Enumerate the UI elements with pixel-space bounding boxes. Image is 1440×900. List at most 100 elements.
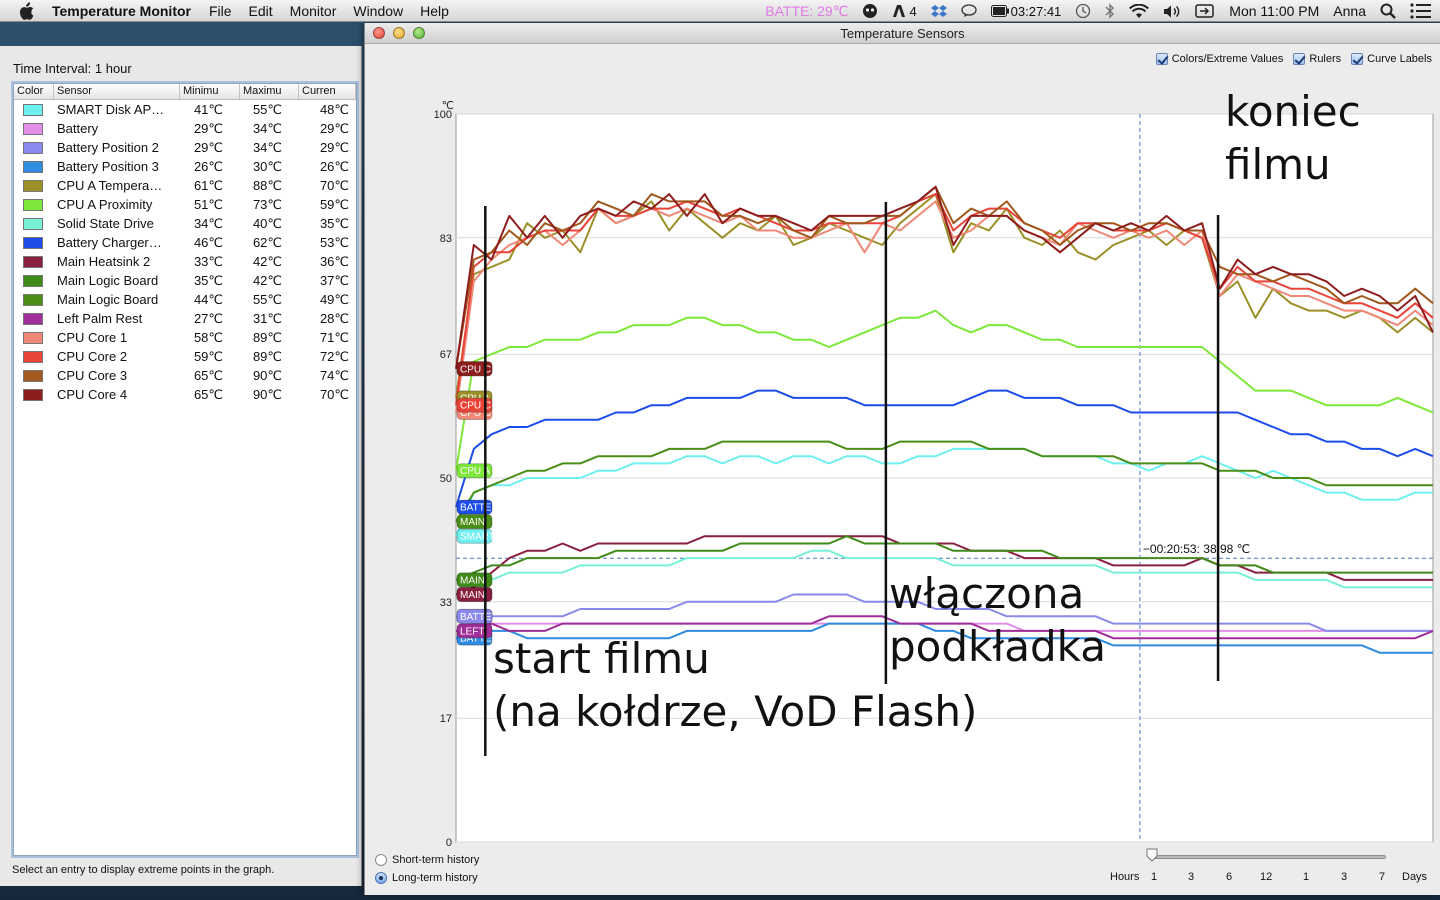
column-header-current[interactable]: Curren xyxy=(299,84,356,99)
zoom-button[interactable] xyxy=(413,27,425,39)
sensor-name: Left Palm Rest xyxy=(57,311,143,326)
sensor-row[interactable]: CPU Core 3 65℃ 90℃ 74℃ xyxy=(14,366,356,385)
sensor-color-cell[interactable] xyxy=(14,312,54,325)
color-swatch[interactable] xyxy=(23,274,43,287)
color-swatch[interactable] xyxy=(23,198,43,211)
app-menu[interactable]: Temperature Monitor xyxy=(52,3,191,19)
menu-monitor[interactable]: Monitor xyxy=(290,3,337,19)
wifi-icon[interactable] xyxy=(1129,3,1150,19)
sensor-color-cell[interactable] xyxy=(14,122,54,135)
sensor-row[interactable]: Solid State Drive 34℃ 40℃ 35℃ xyxy=(14,214,356,233)
sensor-color-cell[interactable] xyxy=(14,236,54,249)
sensor-color-cell[interactable] xyxy=(14,369,54,382)
sensor-color-cell[interactable] xyxy=(14,274,54,287)
sensor-color-cell[interactable] xyxy=(14,217,54,230)
sensor-row[interactable]: CPU A Proximity 51℃ 73℃ 59℃ xyxy=(14,195,356,214)
apple-icon[interactable] xyxy=(18,1,36,20)
svg-text:BATTE: BATTE xyxy=(460,612,492,623)
menu-window[interactable]: Window xyxy=(353,3,403,19)
window-titlebar[interactable]: Temperature Sensors xyxy=(365,23,1440,44)
sensor-row[interactable]: Battery Position 3 26℃ 30℃ 26℃ xyxy=(14,157,356,176)
sensor-maximum: 73℃ xyxy=(252,196,282,212)
history-range-slider[interactable]: Hours 1 3 6 12 1 3 7 Days xyxy=(1110,845,1435,889)
sensor-color-cell[interactable] xyxy=(14,331,54,344)
sensor-color-cell[interactable] xyxy=(14,388,54,401)
display-icon[interactable] xyxy=(1195,4,1215,18)
sensor-row[interactable]: Main Logic Board 44℃ 55℃ 49℃ xyxy=(14,290,356,309)
long-term-history-radio[interactable] xyxy=(375,872,387,884)
dropbox-icon[interactable] xyxy=(930,4,947,19)
color-swatch[interactable] xyxy=(23,293,43,306)
color-swatch[interactable] xyxy=(23,122,43,135)
column-header-minimum[interactable]: Minimu xyxy=(180,84,240,99)
column-header-color[interactable]: Color xyxy=(14,84,54,99)
sensor-row[interactable]: Main Logic Board 35℃ 42℃ 37℃ xyxy=(14,271,356,290)
minimize-button[interactable] xyxy=(393,27,405,39)
sensor-color-cell[interactable] xyxy=(14,255,54,268)
color-swatch[interactable] xyxy=(23,217,43,230)
sensor-row[interactable]: SMART Disk AP… 41℃ 55℃ 48℃ xyxy=(14,100,356,119)
sensor-row[interactable]: Battery Charger… 46℃ 62℃ 53℃ xyxy=(14,233,356,252)
sensor-table[interactable]: Color Sensor Minimu Maximu Curren SMART … xyxy=(13,83,357,856)
sensor-name: CPU Core 4 xyxy=(57,387,128,402)
sensor-row[interactable]: Battery Position 2 29℃ 34℃ 29℃ xyxy=(14,138,356,157)
color-swatch[interactable] xyxy=(23,160,43,173)
sensor-row[interactable]: CPU A Tempera… 61℃ 88℃ 70℃ xyxy=(14,176,356,195)
sensor-color-cell[interactable] xyxy=(14,293,54,306)
user-menu[interactable]: Anna xyxy=(1333,3,1366,19)
chat-bubble-icon[interactable] xyxy=(961,4,977,18)
slider-knob[interactable] xyxy=(1146,848,1158,862)
short-term-history-option[interactable]: Short-term history xyxy=(375,851,479,869)
sensor-row[interactable]: CPU Core 4 65℃ 90℃ 70℃ xyxy=(14,385,356,404)
bluetooth-icon[interactable] xyxy=(1105,3,1115,19)
menu-file[interactable]: File xyxy=(209,3,232,19)
sensor-row[interactable]: CPU Core 1 58℃ 89℃ 71℃ xyxy=(14,328,356,347)
sensor-name: Battery xyxy=(57,121,99,136)
sensor-minimum: 33℃ xyxy=(193,253,223,269)
color-swatch[interactable] xyxy=(23,312,43,325)
sensor-row[interactable]: CPU Core 2 59℃ 89℃ 72℃ xyxy=(14,347,356,366)
notification-list-icon[interactable] xyxy=(1410,3,1432,19)
sensor-row[interactable]: Main Heatsink 2 33℃ 42℃ 36℃ xyxy=(14,252,356,271)
color-swatch[interactable] xyxy=(23,331,43,344)
color-swatch[interactable] xyxy=(23,350,43,363)
color-swatch[interactable] xyxy=(23,255,43,268)
sensor-color-cell[interactable] xyxy=(14,350,54,363)
color-swatch[interactable] xyxy=(23,141,43,154)
long-term-history-option[interactable]: Long-term history xyxy=(375,869,479,887)
hours-label: Hours xyxy=(1110,871,1140,883)
sensor-color-cell[interactable] xyxy=(14,141,54,154)
color-swatch[interactable] xyxy=(23,369,43,382)
short-term-history-radio[interactable] xyxy=(375,854,387,866)
sensor-name: Battery Position 2 xyxy=(57,140,159,155)
color-swatch[interactable] xyxy=(23,236,43,249)
color-swatch[interactable] xyxy=(23,103,43,116)
sensor-row[interactable]: Battery 29℃ 34℃ 29℃ xyxy=(14,119,356,138)
clock-widget[interactable]: 03:27:41 xyxy=(990,4,1061,19)
alien-icon[interactable] xyxy=(862,3,878,19)
slider-track[interactable] xyxy=(1150,855,1386,859)
volume-icon[interactable] xyxy=(1163,4,1181,19)
menu-edit[interactable]: Edit xyxy=(249,3,273,19)
column-header-maximum[interactable]: Maximu xyxy=(240,84,299,99)
menu-help[interactable]: Help xyxy=(420,3,449,19)
spotlight-search-icon[interactable] xyxy=(1380,3,1396,19)
battery-temperature-status[interactable]: BATTE: 29℃ xyxy=(765,3,848,20)
close-button[interactable] xyxy=(373,27,385,39)
battery-icon xyxy=(990,5,1009,17)
y-tick-label: 33 xyxy=(440,597,452,609)
sensor-row[interactable]: Left Palm Rest 27℃ 31℃ 28℃ xyxy=(14,309,356,328)
sensor-color-cell[interactable] xyxy=(14,179,54,192)
datetime-menu[interactable]: Mon 11:00 PM xyxy=(1229,3,1319,19)
column-header-sensor[interactable]: Sensor xyxy=(54,84,180,99)
sensor-color-cell[interactable] xyxy=(14,103,54,116)
y-tick-label: 17 xyxy=(440,713,452,725)
sensor-color-cell[interactable] xyxy=(14,160,54,173)
sensor-maximum: 30℃ xyxy=(252,158,282,174)
color-swatch[interactable] xyxy=(23,388,43,401)
sensor-color-cell[interactable] xyxy=(14,198,54,211)
time-machine-icon[interactable] xyxy=(1075,3,1091,19)
temperature-chart[interactable]: ℃017335067831001 hour agoNow−00:20:53: 3… xyxy=(365,44,1440,849)
color-swatch[interactable] xyxy=(23,179,43,192)
adobe-updater-icon[interactable]: 4 xyxy=(892,4,917,19)
